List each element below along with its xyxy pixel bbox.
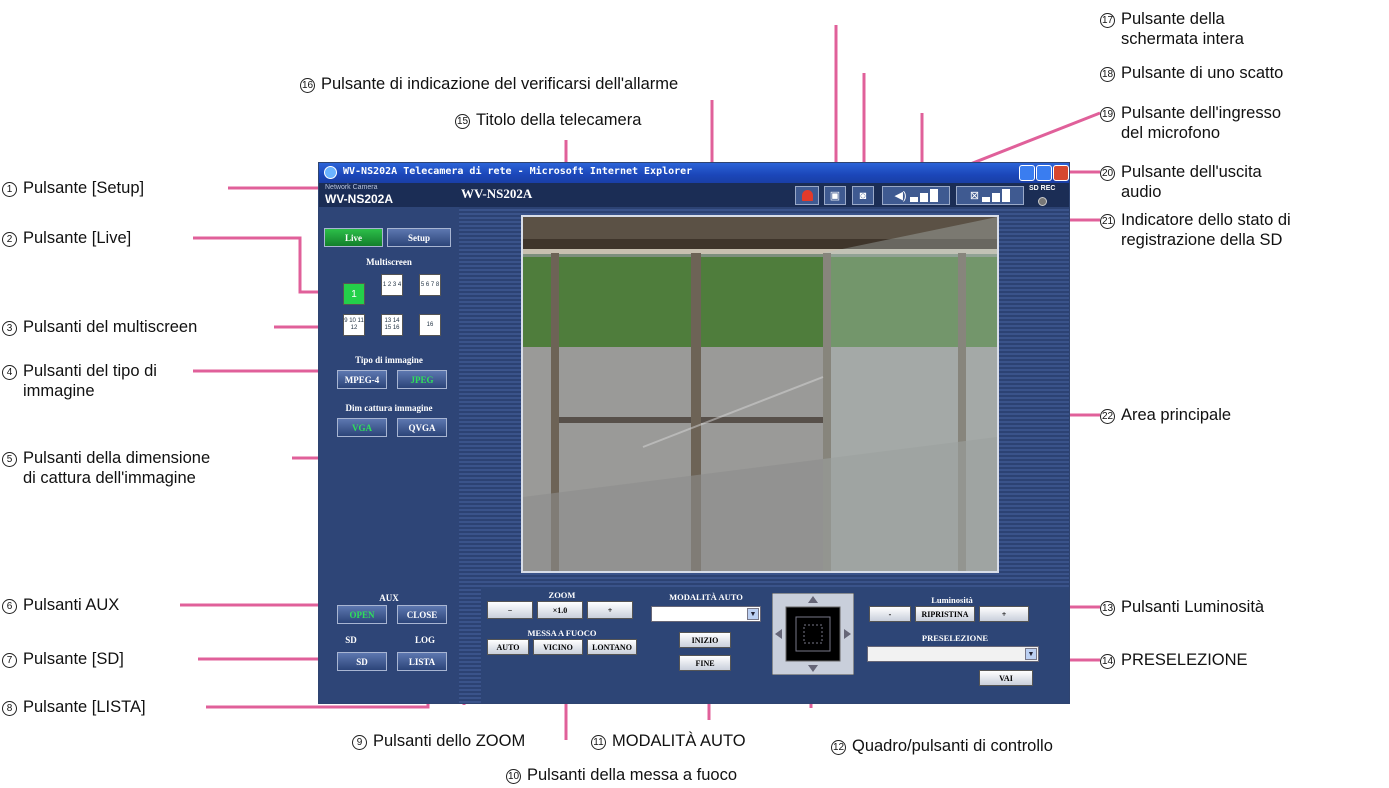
focus-heading: MESSA A FUOCO bbox=[527, 628, 597, 638]
multiscreen-1-4-button[interactable]: 1 2 3 4 bbox=[381, 274, 403, 296]
preset-heading: PRESELEZIONE bbox=[921, 633, 989, 643]
multiscreen-1-button[interactable]: 1 bbox=[343, 283, 365, 305]
sd-rec-label: SD REC bbox=[1029, 185, 1056, 192]
callout-2: 2 Pulsante [Live] bbox=[2, 228, 131, 248]
callout-12: 12 Quadro/pulsanti di controllo bbox=[831, 737, 1053, 755]
live-video-image[interactable] bbox=[521, 215, 999, 573]
multiscreen-16-button[interactable]: 16 bbox=[419, 314, 441, 336]
mpeg4-button[interactable]: MPEG-4 bbox=[337, 370, 387, 389]
callout-14: 14 PRESELEZIONE bbox=[1100, 651, 1248, 669]
zoom-in-icon: + bbox=[607, 605, 613, 615]
control-panel: ZOOM − ×1.0 + MESSA A FUOCO AUTO VICINO … bbox=[481, 587, 1069, 703]
callout-8: 8 Pulsante [LISTA] bbox=[2, 697, 146, 717]
multiscreen-5-8-button[interactable]: 5 6 7 8 bbox=[419, 274, 441, 296]
log-heading: LOG bbox=[414, 635, 435, 645]
callout-3: 3 Pulsanti del multiscreen bbox=[2, 317, 197, 337]
focus-far-button[interactable]: LONTANO bbox=[587, 639, 637, 655]
callout-20: 20 Pulsante dell'uscita audio bbox=[1100, 163, 1262, 201]
multiscreen-13-16-button[interactable]: 13 14 15 16 bbox=[381, 314, 403, 336]
camera-icon: ◙ bbox=[859, 189, 867, 202]
aux-heading: AUX bbox=[379, 593, 399, 603]
callout-22: 22 Area principale bbox=[1100, 406, 1232, 424]
callout-9: 9 Pulsanti dello ZOOM bbox=[352, 731, 525, 751]
zoom-heading: ZOOM bbox=[548, 590, 576, 600]
main-area: ZOOM − ×1.0 + MESSA A FUOCO AUTO VICINO … bbox=[459, 207, 1069, 703]
list-button[interactable]: LISTA bbox=[397, 652, 447, 671]
callout-15: 15 Titolo della telecamera bbox=[455, 111, 642, 129]
callout-16: 16 Pulsante di indicazione del verificars… bbox=[300, 75, 679, 93]
camera-header: Network Camera WV-NS202A WV-NS202A ▣ ◙ ◀… bbox=[319, 183, 1069, 207]
callout-4: 4 Pulsanti del tipo di immagine bbox=[2, 361, 157, 401]
maximize-button[interactable] bbox=[1036, 165, 1052, 181]
focus-near-button[interactable]: VICINO bbox=[533, 639, 583, 655]
focus-auto-button[interactable]: AUTO bbox=[487, 639, 529, 655]
chevron-down-icon: ▼ bbox=[747, 608, 759, 620]
brightness-plus-button[interactable]: + bbox=[979, 606, 1029, 622]
sd-rec-indicator bbox=[1038, 197, 1047, 206]
alarm-bell-icon bbox=[801, 190, 813, 201]
brand-model: WV-NS202A bbox=[325, 192, 394, 206]
alarm-button[interactable] bbox=[795, 186, 819, 205]
multiscreen-heading: Multiscreen bbox=[366, 257, 412, 267]
volume-level-icon bbox=[982, 189, 1011, 202]
qvga-button[interactable]: QVGA bbox=[397, 418, 447, 437]
callout-6: 6 Pulsanti AUX bbox=[2, 595, 119, 615]
browser-window: WV-NS202A Telecamera di rete - Microsoft… bbox=[318, 162, 1070, 704]
snapshot-button[interactable]: ◙ bbox=[852, 186, 874, 205]
callout-18: 18 Pulsante di uno scatto bbox=[1100, 64, 1284, 82]
capture-size-heading: Dim cattura immagine bbox=[345, 403, 433, 413]
brand-label: Network Camera bbox=[325, 184, 378, 191]
auto-mode-end-button[interactable]: FINE bbox=[679, 655, 731, 671]
callout-19: 19 Pulsante dell'ingresso del microfono bbox=[1100, 104, 1281, 142]
preset-go-button[interactable]: VAI bbox=[979, 670, 1033, 686]
auto-mode-start-button[interactable]: INIZIO bbox=[679, 632, 731, 648]
internet-explorer-icon bbox=[324, 166, 337, 179]
callout-1: 1 Pulsante [Setup] bbox=[2, 178, 144, 198]
callout-13: 13 Pulsanti Luminosità bbox=[1100, 598, 1265, 616]
zoom-reset-button[interactable]: ×1.0 bbox=[537, 601, 583, 619]
preset-select[interactable]: ▼ bbox=[867, 646, 1039, 662]
mute-icon: ⊠ bbox=[969, 190, 980, 202]
zoom-out-button[interactable]: − bbox=[487, 601, 533, 619]
vga-button[interactable]: VGA bbox=[337, 418, 387, 437]
image-type-heading: Tipo di immagine bbox=[355, 355, 423, 365]
brightness-minus-button[interactable]: - bbox=[869, 606, 911, 622]
sd-button[interactable]: SD bbox=[337, 652, 387, 671]
audio-output-button[interactable]: ⊠ bbox=[956, 186, 1024, 205]
zoom-in-button[interactable]: + bbox=[587, 601, 633, 619]
chevron-down-icon: ▼ bbox=[1025, 648, 1037, 660]
callout-17: 17 Pulsante della schermata intera bbox=[1100, 10, 1244, 48]
video-frame-picture bbox=[523, 217, 997, 571]
volume-level-icon bbox=[909, 189, 938, 202]
speaker-icon: ◀) bbox=[894, 190, 907, 202]
brightness-heading: Luminosità bbox=[931, 595, 973, 605]
sd-heading: SD bbox=[345, 635, 357, 645]
setup-button[interactable]: Setup bbox=[387, 228, 451, 247]
callout-5: 5 Pulsanti della dimensione di cattura del… bbox=[2, 448, 210, 488]
callout-7: 7 Pulsante [SD] bbox=[2, 649, 124, 669]
multiscreen-9-12-button[interactable]: 9 10 11 12 bbox=[343, 314, 365, 336]
title-bar: WV-NS202A Telecamera di rete - Microsoft… bbox=[319, 163, 1069, 183]
live-button[interactable]: Live bbox=[324, 228, 383, 247]
callout-10: 10 Pulsanti della messa a fuoco bbox=[506, 766, 738, 784]
fullscreen-button[interactable]: ▣ bbox=[824, 186, 846, 205]
window-title: WV-NS202A Telecamera di rete - Microsoft… bbox=[343, 166, 693, 177]
brightness-reset-button[interactable]: RIPRISTINA bbox=[915, 606, 975, 622]
callout-21: 21 Indicatore dello stato di registrazione… bbox=[1100, 211, 1291, 249]
zoom-out-icon: − bbox=[507, 605, 513, 615]
left-panel: Live Setup Multiscreen 1 1 2 3 4 5 6 7 8… bbox=[319, 207, 459, 703]
auto-mode-heading: MODALITÀ AUTO bbox=[669, 592, 743, 602]
camera-title: WV-NS202A bbox=[461, 186, 533, 201]
auto-mode-select[interactable]: ▼ bbox=[651, 606, 761, 622]
close-button[interactable] bbox=[1053, 165, 1069, 181]
jpeg-button[interactable]: JPEG bbox=[397, 370, 447, 389]
minimize-button[interactable] bbox=[1019, 165, 1035, 181]
aux-close-button[interactable]: CLOSE bbox=[397, 605, 447, 624]
callout-11: 11 MODALITÀ AUTO bbox=[591, 731, 746, 751]
aux-open-button[interactable]: OPEN bbox=[337, 605, 387, 624]
microphone-input-button[interactable]: ◀) bbox=[882, 186, 950, 205]
fullscreen-icon: ▣ bbox=[829, 190, 841, 202]
control-pad[interactable] bbox=[772, 593, 854, 675]
